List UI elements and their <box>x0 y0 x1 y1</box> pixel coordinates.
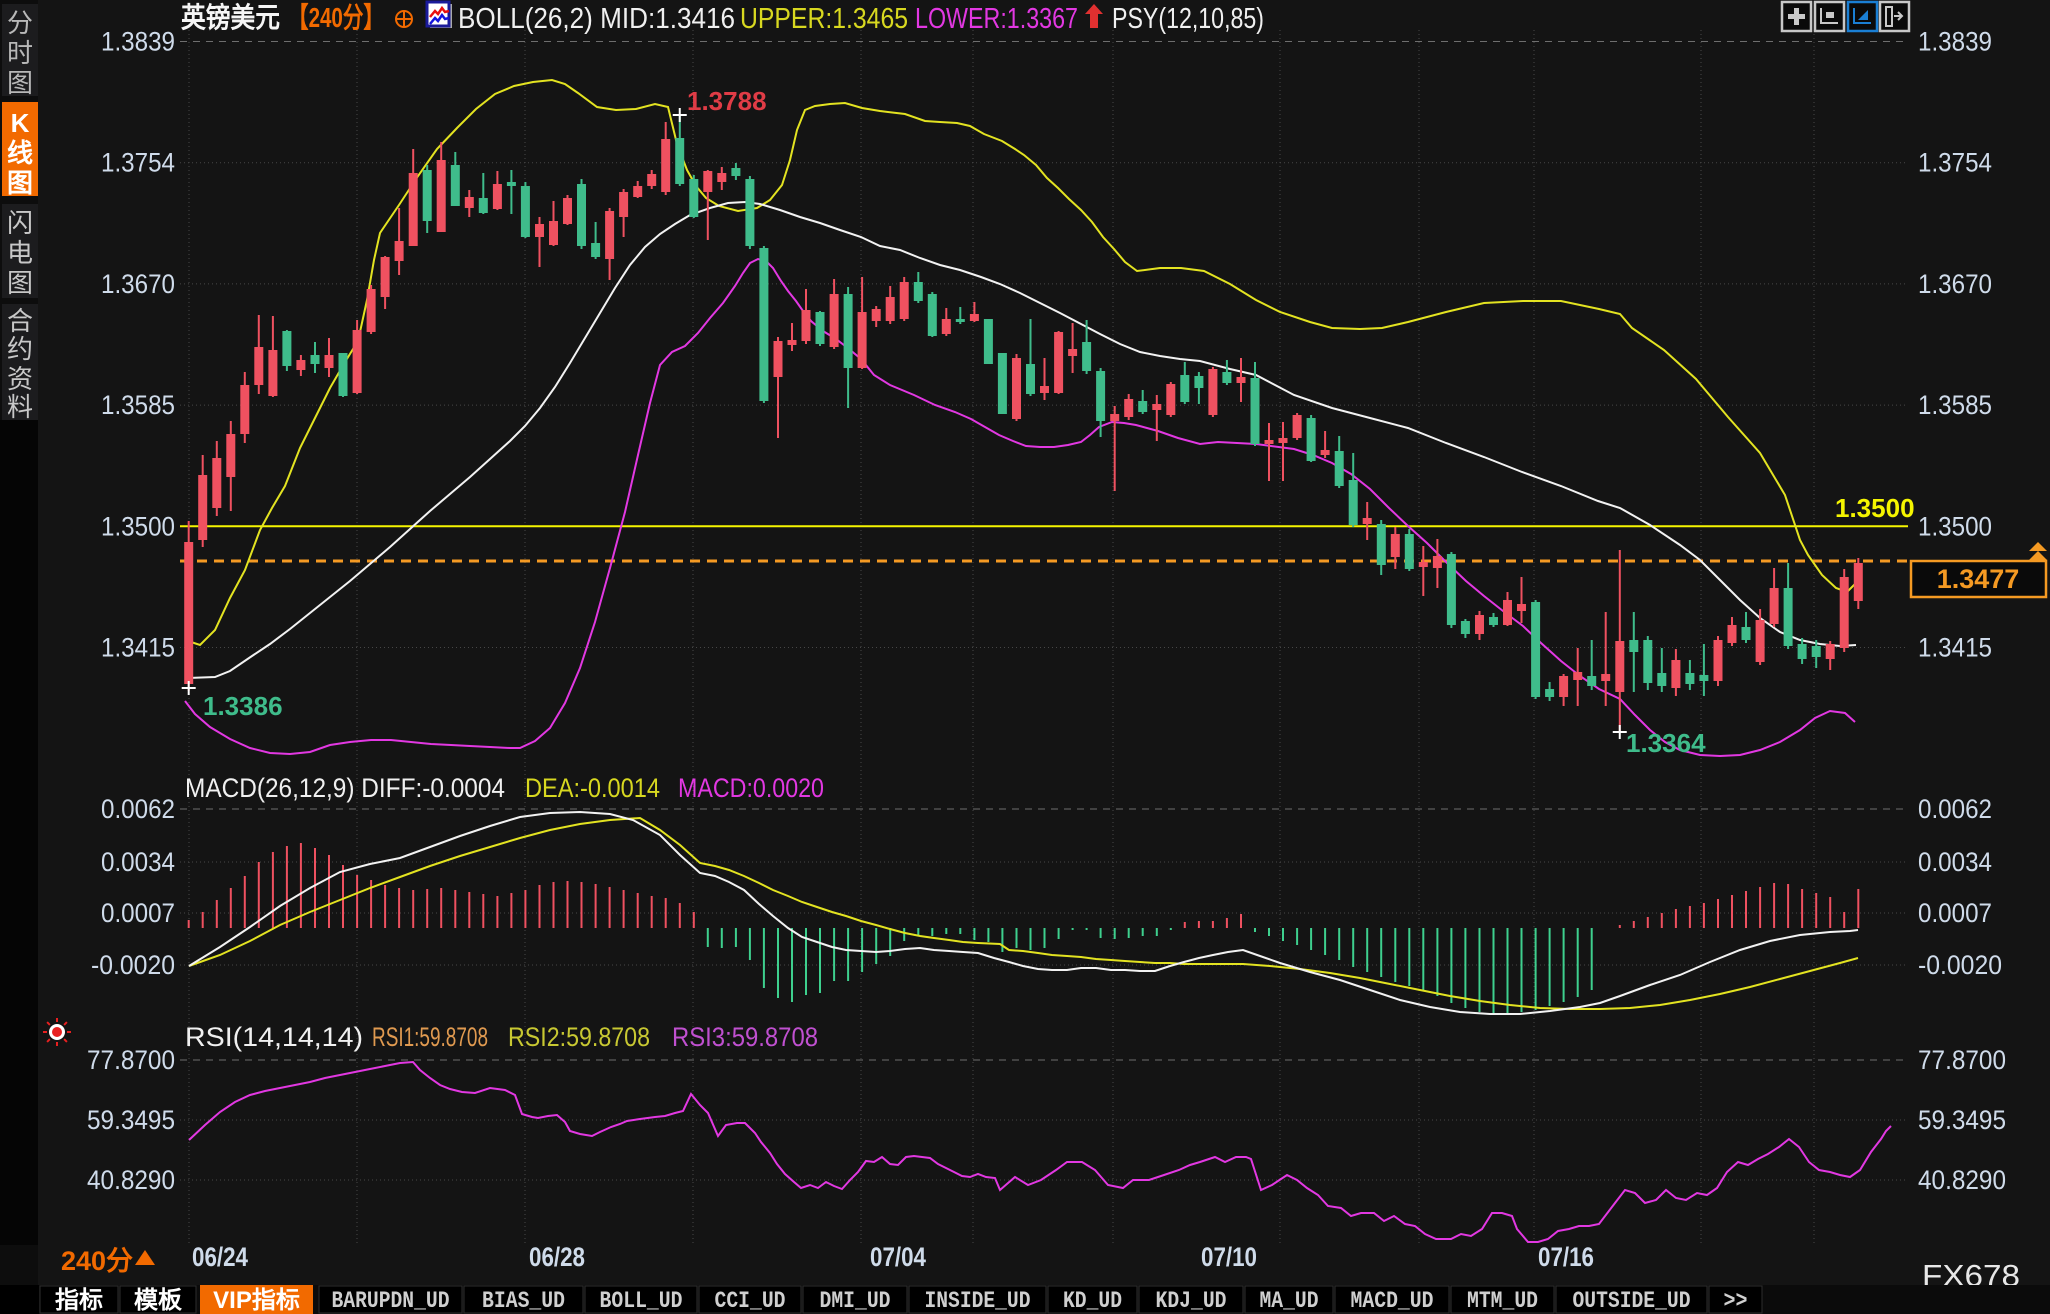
svg-text:59.3495: 59.3495 <box>1918 1105 2006 1135</box>
svg-text:BOLL_UD: BOLL_UD <box>600 1288 683 1314</box>
svg-text:1.3477: 1.3477 <box>1937 564 2020 594</box>
svg-text:>>: >> <box>1724 1288 1748 1314</box>
svg-text:时: 时 <box>7 38 33 68</box>
svg-text:1.3670: 1.3670 <box>1918 269 1992 299</box>
svg-text:PSY(12,10,85): PSY(12,10,85) <box>1112 3 1264 35</box>
svg-text:1.3585: 1.3585 <box>101 390 175 420</box>
svg-text:电: 电 <box>7 238 33 268</box>
svg-text:MACD(26,12,9) DIFF:-0.0004: MACD(26,12,9) DIFF:-0.0004 <box>185 773 505 803</box>
svg-text:1.3500: 1.3500 <box>101 511 175 541</box>
svg-text:DEA:-0.0014: DEA:-0.0014 <box>525 773 660 803</box>
svg-text:MACD_UD: MACD_UD <box>1351 1288 1434 1314</box>
svg-text:06/24: 06/24 <box>192 1242 248 1272</box>
svg-text:指标: 指标 <box>55 1287 103 1314</box>
svg-text:0.0034: 0.0034 <box>101 847 175 877</box>
svg-text:1.3839: 1.3839 <box>1918 27 1992 57</box>
svg-text:MA_UD: MA_UD <box>1260 1288 1319 1314</box>
svg-text:MTM_UD: MTM_UD <box>1467 1288 1538 1314</box>
svg-text:BIAS_UD: BIAS_UD <box>482 1288 565 1314</box>
svg-text:1.3585: 1.3585 <box>1918 390 1992 420</box>
svg-text:约: 约 <box>7 334 33 364</box>
svg-text:INSIDE_UD: INSIDE_UD <box>925 1288 1031 1314</box>
svg-text:DMI_UD: DMI_UD <box>820 1288 891 1314</box>
svg-text:1.3415: 1.3415 <box>1918 633 1992 663</box>
svg-text:0.0034: 0.0034 <box>1918 847 1992 877</box>
svg-text:VIP指标: VIP指标 <box>213 1287 300 1314</box>
svg-text:07/16: 07/16 <box>1538 1242 1594 1272</box>
svg-text:0.0007: 0.0007 <box>1918 898 1992 928</box>
svg-text:LOWER:1.3367: LOWER:1.3367 <box>915 3 1078 35</box>
svg-text:1.3670: 1.3670 <box>101 269 175 299</box>
svg-text:240分: 240分 <box>61 1246 133 1276</box>
svg-text:1.3364: 1.3364 <box>1626 728 1706 758</box>
svg-text:【240分】: 【240分】 <box>288 2 384 33</box>
svg-text:0.0062: 0.0062 <box>1918 794 1992 824</box>
svg-text:MACD:0.0020: MACD:0.0020 <box>678 773 824 803</box>
svg-text:CCI_UD: CCI_UD <box>715 1288 786 1314</box>
svg-text:图: 图 <box>7 268 33 298</box>
svg-text:40.8290: 40.8290 <box>87 1165 175 1195</box>
svg-text:分: 分 <box>7 8 33 38</box>
svg-text:KD_UD: KD_UD <box>1063 1288 1122 1314</box>
svg-text:线: 线 <box>7 138 33 168</box>
svg-text:06/28: 06/28 <box>529 1242 585 1272</box>
svg-text:合: 合 <box>7 306 33 336</box>
svg-text:-0.0020: -0.0020 <box>1918 950 2002 980</box>
svg-text:0.0062: 0.0062 <box>101 794 175 824</box>
svg-text:07/04: 07/04 <box>870 1242 926 1272</box>
svg-text:RSI1:59.8708: RSI1:59.8708 <box>372 1022 488 1052</box>
svg-text:1.3788: 1.3788 <box>687 86 767 116</box>
svg-text:RSI3:59.8708: RSI3:59.8708 <box>672 1022 818 1052</box>
svg-text:07/10: 07/10 <box>1201 1242 1257 1272</box>
svg-text:1.3500: 1.3500 <box>1835 493 1915 523</box>
svg-text:77.8700: 77.8700 <box>1918 1045 2006 1075</box>
svg-text:图: 图 <box>7 168 33 198</box>
svg-text:模板: 模板 <box>134 1287 183 1314</box>
svg-text:40.8290: 40.8290 <box>1918 1165 2006 1195</box>
svg-text:-0.0020: -0.0020 <box>91 950 175 980</box>
svg-text:资: 资 <box>7 364 33 394</box>
svg-text:RSI2:59.8708: RSI2:59.8708 <box>508 1022 650 1052</box>
svg-text:1.3839: 1.3839 <box>101 27 175 57</box>
svg-text:1.3500: 1.3500 <box>1918 511 1992 541</box>
svg-text:1.3386: 1.3386 <box>203 691 283 721</box>
svg-text:BOLL(26,2) MID:1.3416: BOLL(26,2) MID:1.3416 <box>458 3 735 35</box>
svg-text:图: 图 <box>7 68 33 98</box>
svg-text:59.3495: 59.3495 <box>87 1105 175 1135</box>
svg-text:RSI(14,14,14): RSI(14,14,14) <box>185 1022 363 1052</box>
svg-text:BARUPDN_UD: BARUPDN_UD <box>332 1288 450 1314</box>
svg-text:77.8700: 77.8700 <box>87 1045 175 1075</box>
svg-text:闪: 闪 <box>7 208 33 238</box>
svg-text:K: K <box>11 108 30 138</box>
svg-text:1.3415: 1.3415 <box>101 633 175 663</box>
svg-text:英镑美元: 英镑美元 <box>181 1 280 33</box>
svg-text:0.0007: 0.0007 <box>101 898 175 928</box>
svg-text:KDJ_UD: KDJ_UD <box>1156 1288 1227 1314</box>
svg-text:OUTSIDE_UD: OUTSIDE_UD <box>1573 1288 1691 1314</box>
svg-text:料: 料 <box>7 392 33 422</box>
svg-text:1.3754: 1.3754 <box>1918 148 1992 178</box>
svg-text:UPPER:1.3465: UPPER:1.3465 <box>740 3 908 35</box>
svg-text:1.3754: 1.3754 <box>101 148 175 178</box>
